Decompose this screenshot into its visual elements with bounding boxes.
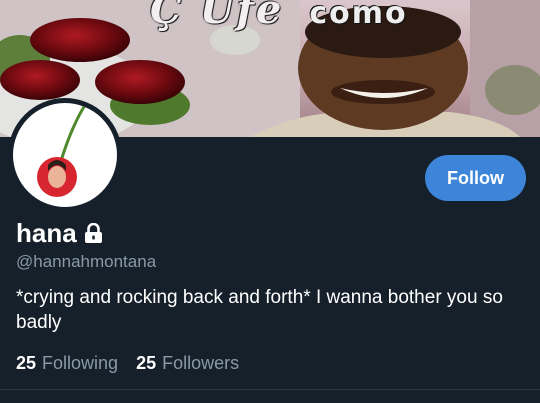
display-name: hana [16,218,77,248]
profile-bio: *crying and rocking back and forth* I wa… [16,287,503,333]
following-link[interactable]: 25 Following [16,353,118,374]
followers-count: 25 [136,353,157,373]
banner-caption-main: Ç Ufe [150,0,284,33]
name-row: hana [16,218,103,249]
following-count: 25 [16,353,37,373]
followers-label: Followers [162,353,240,373]
divider [0,389,540,390]
banner-caption-sub: como [309,0,408,31]
follow-button[interactable]: Follow [425,155,526,201]
avatar[interactable] [8,98,122,212]
avatar-image [13,103,117,207]
banner-caption: Ç Ufe como [150,0,408,33]
following-label: Following [42,353,119,373]
profile-stats: 25 Following 25 Followers [16,353,257,374]
followers-link[interactable]: 25 Followers [136,353,239,374]
cherry-avatar-icon [37,104,87,197]
username-handle: @hannahmontana [16,252,157,271]
lock-icon [84,223,102,243]
